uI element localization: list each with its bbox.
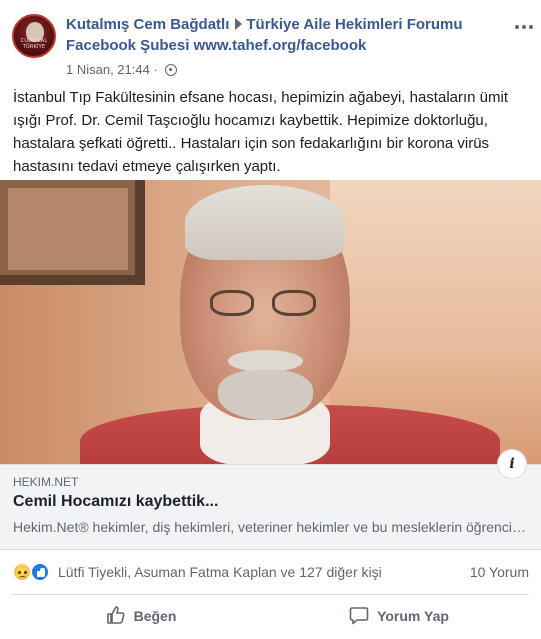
- link-preview-image[interactable]: [0, 180, 541, 464]
- author-name-link[interactable]: Kutalmış Cem Bağdatlı: [66, 16, 229, 33]
- comment-button[interactable]: Yorum Yap: [270, 598, 528, 634]
- separator: ·: [149, 62, 162, 77]
- avatar-caption: CUDE KAL TÜRKİYE: [20, 38, 48, 50]
- post-meta: 1 Nisan, 21:44 ·: [66, 62, 178, 77]
- link-domain: HEKIM.NET: [13, 475, 79, 489]
- glasses-left: [210, 290, 254, 316]
- person-hair: [185, 185, 345, 260]
- comment-label: Yorum Yap: [377, 608, 449, 624]
- like-label: Beğen: [133, 608, 177, 624]
- sad-reaction-icon: [12, 562, 32, 582]
- arrow-right-icon: [235, 18, 243, 30]
- comment-icon: [349, 607, 369, 625]
- like-reaction-icon: [30, 562, 50, 582]
- more-options-icon[interactable]: [515, 23, 533, 31]
- mustache: [228, 350, 303, 372]
- reactions-bar: Lütfi Tiyekli, Asuman Fatma Kaplan ve 12…: [12, 560, 529, 584]
- info-icon[interactable]: i: [497, 449, 527, 479]
- post-text: İstanbul Tıp Fakültesinin efsane hocası,…: [13, 89, 508, 175]
- action-bar: Beğen Yorum Yap: [12, 598, 529, 634]
- like-button[interactable]: Beğen: [12, 598, 270, 634]
- globe-icon[interactable]: [165, 64, 178, 76]
- post-title: Kutalmış Cem Bağdatlı Türkiye Aile Hekiml…: [66, 14, 496, 56]
- divider: [12, 594, 529, 595]
- comment-count[interactable]: 10 Yorum: [470, 564, 529, 580]
- author-avatar[interactable]: CUDE KAL TÜRKİYE: [12, 14, 56, 58]
- beard: [218, 370, 313, 420]
- background-frame: [0, 180, 145, 285]
- link-title[interactable]: Cemil Hocamızı kaybettik...: [13, 493, 218, 511]
- thumbs-up-icon: [106, 606, 125, 624]
- reaction-names[interactable]: Lütfi Tiyekli, Asuman Fatma Kaplan ve 12…: [58, 564, 382, 580]
- link-preview[interactable]: HEKIM.NET Cemil Hocamızı kaybettik... He…: [0, 464, 541, 550]
- post-header: CUDE KAL TÜRKİYE Kutalmış Cem Bağdatlı Tü…: [12, 12, 533, 82]
- post-timestamp[interactable]: 1 Nisan, 21:44: [66, 62, 150, 77]
- reaction-icons[interactable]: [12, 562, 56, 582]
- facebook-post-card: CUDE KAL TÜRKİYE Kutalmış Cem Bağdatlı Tü…: [0, 0, 541, 639]
- link-description: Hekim.Net® hekimler, diş hekimleri, vete…: [13, 519, 528, 535]
- glasses-right: [272, 290, 316, 316]
